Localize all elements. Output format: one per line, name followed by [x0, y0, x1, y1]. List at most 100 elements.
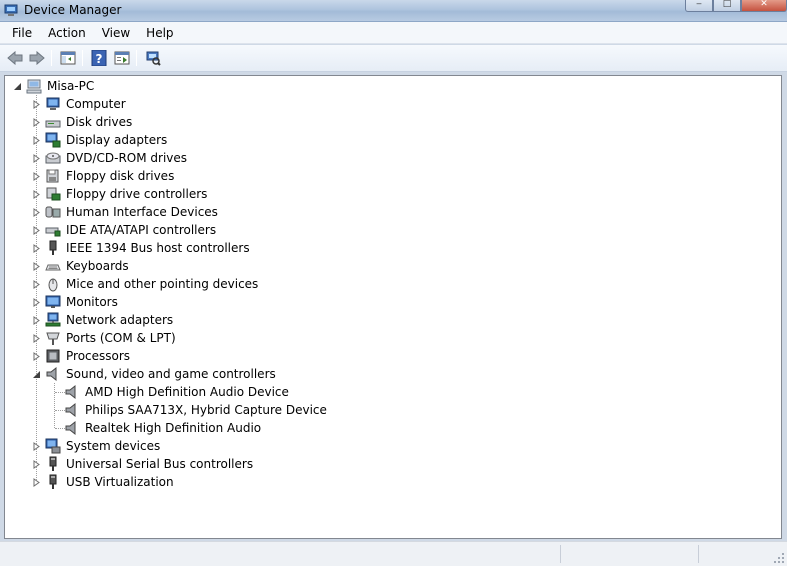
expand-arrow-icon[interactable] — [32, 478, 41, 487]
toolbar: ? — [0, 45, 787, 72]
tree-item-label: Keyboards — [66, 259, 129, 273]
expand-arrow-icon[interactable] — [32, 136, 41, 145]
tree-item-dvd-drives[interactable]: DVD/CD-ROM drives — [5, 149, 405, 167]
disk-drive-icon — [45, 120, 61, 128]
tree-item-usb-controllers[interactable]: Universal Serial Bus controllers — [5, 455, 405, 473]
expand-arrow-icon[interactable] — [32, 352, 41, 361]
expand-arrow-icon[interactable] — [32, 334, 41, 343]
help-icon[interactable]: ? — [89, 49, 109, 67]
tree-item-usb-virtualization[interactable]: USB Virtualization — [5, 473, 405, 491]
expand-arrow-icon[interactable] — [32, 316, 41, 325]
tree-item-label: AMD High Definition Audio Device — [85, 385, 289, 399]
menu-action[interactable]: Action — [40, 23, 94, 43]
expand-arrow-icon[interactable] — [32, 460, 41, 469]
status-pane — [698, 545, 768, 563]
tree-item-label: USB Virtualization — [66, 475, 174, 489]
floppy-controller-icon — [46, 187, 61, 201]
speaker-icon — [65, 420, 76, 436]
tree-item-label: IEEE 1394 Bus host controllers — [66, 241, 250, 255]
maximize-icon[interactable]: □ — [713, 0, 741, 12]
expand-arrow-icon[interactable] — [32, 118, 41, 127]
tree-child-realtek-audio[interactable]: Realtek High Definition Audio — [5, 419, 405, 437]
tree-item-processors[interactable]: Processors — [5, 347, 405, 365]
expand-arrow-icon[interactable] — [32, 244, 41, 253]
collapse-arrow-icon[interactable] — [13, 82, 22, 91]
menu-file[interactable]: File — [4, 23, 40, 43]
usb-icon — [49, 474, 57, 489]
computer-icon — [46, 97, 60, 110]
tree-item-display-adapters[interactable]: Display adapters — [5, 131, 405, 149]
tree-item-label: Network adapters — [66, 313, 174, 327]
tree-item-mice[interactable]: Mice and other pointing devices — [5, 275, 405, 293]
display-adapter-icon — [45, 132, 61, 148]
menu-view[interactable]: View — [94, 23, 138, 43]
tree-item-sound-video-game[interactable]: Sound, video and game controllers — [5, 365, 405, 383]
scan-hardware-icon[interactable] — [143, 49, 163, 67]
mouse-icon — [48, 278, 58, 292]
window-controls: ‒ □ ✕ — [685, 0, 787, 12]
svg-text:?: ? — [96, 52, 103, 66]
tree-item-label: Monitors — [66, 295, 118, 309]
tree-item-keyboards[interactable]: Keyboards — [5, 257, 405, 275]
minimize-icon[interactable]: ‒ — [685, 0, 713, 12]
tree-item-monitors[interactable]: Monitors — [5, 293, 405, 311]
expand-arrow-icon[interactable] — [32, 208, 41, 217]
show-hide-console-tree-icon[interactable] — [58, 49, 78, 67]
menu-help[interactable]: Help — [138, 23, 181, 43]
tree-child-philips-capture[interactable]: Philips SAA713X, Hybrid Capture Device — [5, 401, 405, 419]
expand-arrow-icon[interactable] — [32, 100, 41, 109]
expand-arrow-icon[interactable] — [32, 262, 41, 271]
tree-item-label: System devices — [66, 439, 161, 453]
title-bar: Device Manager ‒ □ ✕ — [0, 0, 787, 22]
expand-arrow-icon[interactable] — [32, 280, 41, 289]
tree-item-disk-drives[interactable]: Disk drives — [5, 113, 405, 131]
tree-root[interactable]: Misa-PC — [5, 77, 305, 95]
tree-item-label: Disk drives — [66, 115, 133, 129]
collapse-arrow-icon[interactable] — [32, 370, 41, 379]
tree-item-label: Processors — [66, 349, 131, 363]
tree-child-amd-audio[interactable]: AMD High Definition Audio Device — [5, 383, 405, 401]
keyboard-icon — [45, 264, 61, 271]
tree-item-human-interface-devices[interactable]: Human Interface Devices — [5, 203, 405, 221]
properties-icon[interactable] — [112, 49, 132, 67]
speaker-icon — [46, 366, 57, 382]
tree-item-ports[interactable]: Ports (COM & LPT) — [5, 329, 405, 347]
hid-icon — [45, 206, 61, 218]
port-icon — [46, 332, 60, 345]
tree-item-label: Floppy disk drives — [66, 169, 175, 183]
close-icon[interactable]: ✕ — [741, 0, 787, 12]
expand-arrow-icon[interactable] — [32, 226, 41, 235]
speaker-icon — [65, 402, 76, 418]
back-arrow-icon[interactable] — [5, 49, 25, 67]
tree-root-label: Misa-PC — [47, 79, 95, 93]
expand-arrow-icon[interactable] — [32, 442, 41, 451]
device-tree[interactable]: Misa-PC Computer Disk drives Display ada… — [4, 75, 782, 539]
tree-item-ide-controllers[interactable]: IDE ATA/ATAPI controllers — [5, 221, 405, 239]
tree-item-ieee1394[interactable]: IEEE 1394 Bus host controllers — [5, 239, 405, 257]
tree-item-label: DVD/CD-ROM drives — [66, 151, 188, 165]
floppy-disk-icon — [46, 169, 59, 183]
tree-item-computer[interactable]: Computer — [5, 95, 405, 113]
tree-item-floppy-disk-drives[interactable]: Floppy disk drives — [5, 167, 405, 185]
tree-item-label: Computer — [66, 97, 126, 111]
monitor-icon — [45, 295, 61, 308]
tree-item-floppy-drive-controllers[interactable]: Floppy drive controllers — [5, 185, 405, 203]
ide-controller-icon — [45, 227, 61, 237]
tree-item-network-adapters[interactable]: Network adapters — [5, 311, 405, 329]
tree-item-label: Realtek High Definition Audio — [85, 421, 262, 435]
dvd-drive-icon — [45, 152, 61, 164]
status-bar — [0, 541, 787, 566]
expand-arrow-icon[interactable] — [32, 154, 41, 163]
expand-arrow-icon[interactable] — [32, 172, 41, 181]
expand-arrow-icon[interactable] — [32, 298, 41, 307]
expand-arrow-icon[interactable] — [32, 190, 41, 199]
tree-item-system-devices[interactable]: System devices — [5, 437, 405, 455]
window-title: Device Manager — [24, 3, 122, 17]
tree-item-label: Floppy drive controllers — [66, 187, 208, 201]
tree-item-label: Universal Serial Bus controllers — [66, 457, 254, 471]
network-adapter-icon — [45, 312, 61, 327]
system-device-icon — [45, 438, 61, 454]
computer-icon — [26, 79, 42, 94]
resize-grip-icon[interactable] — [773, 552, 785, 564]
forward-arrow-icon[interactable] — [27, 49, 47, 67]
